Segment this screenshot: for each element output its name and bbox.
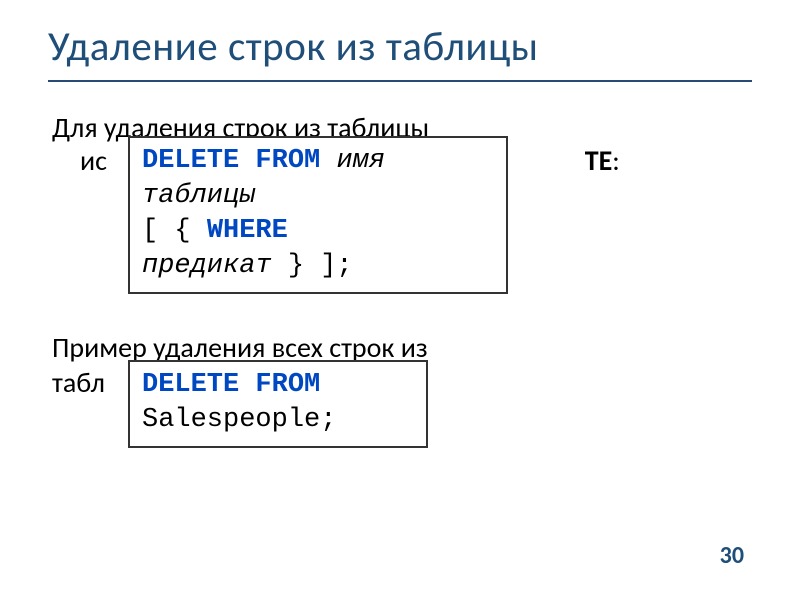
code1-kw-delete-from: DELETE FROM	[142, 146, 320, 176]
code1-id-predicate: предикат	[142, 251, 272, 281]
para1-suffix-bold: ТЕ	[585, 143, 613, 178]
code2-kw-delete-from: DELETE FROM	[142, 370, 320, 400]
code1-id-tablename1: имя	[336, 146, 385, 176]
slide-container: Удаление строк из таблицы Для удаления с…	[0, 0, 800, 600]
code2-table-name: Salespeople;	[142, 405, 336, 435]
para2-line2-start: табл	[52, 365, 105, 400]
codebox-syntax: DELETE FROM имя таблицы [ { WHERE предик…	[128, 136, 508, 294]
page-number: 30	[720, 541, 744, 570]
code1-rbracket: } ];	[288, 251, 353, 281]
code1-kw-where: WHERE	[207, 216, 288, 246]
title-divider	[48, 80, 752, 82]
para1-line2-start: ис	[80, 143, 107, 178]
codebox-example: DELETE FROM Salespeople;	[128, 360, 428, 448]
para1-colon: :	[612, 143, 620, 178]
slide-title: Удаление строк из таблицы	[48, 22, 752, 72]
code1-id-tablename2: таблицы	[142, 181, 255, 211]
code1-lbracket: [ {	[142, 216, 191, 246]
